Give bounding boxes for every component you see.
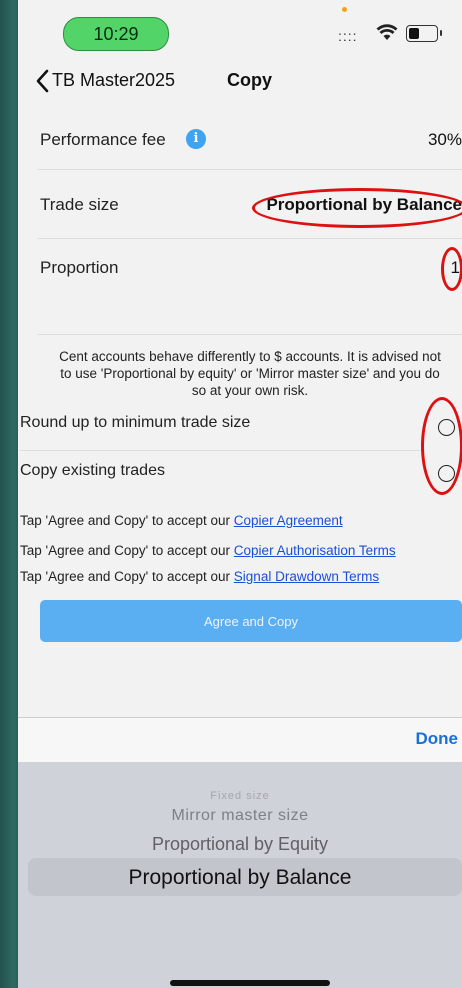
signal-icon: ::::: [338, 28, 358, 44]
back-button[interactable]: TB Master2025: [52, 70, 175, 91]
copier-agreement-link[interactable]: Copier Agreement: [234, 513, 343, 528]
agree-and-copy-button[interactable]: Agree and Copy: [40, 600, 462, 642]
copy-existing-row[interactable]: Copy existing trades: [18, 452, 462, 492]
trade-size-label: Trade size: [40, 195, 119, 214]
terms-text: Tap 'Agree and Copy' to accept our: [20, 543, 234, 558]
copier-authorisation-link[interactable]: Copier Authorisation Terms: [234, 543, 396, 558]
nav-bar: TB Master2025 Copy: [18, 60, 462, 104]
picker-toolbar: Done: [18, 717, 462, 763]
proportion-label: Proportion: [40, 258, 119, 277]
status-icons: ::::: [336, 20, 456, 44]
proportion-row[interactable]: Proportion 1: [38, 239, 462, 335]
phone-screen: 10:29 :::: TB Master2025 Copy Performanc…: [18, 0, 462, 988]
copy-existing-label: Copy existing trades: [20, 462, 165, 479]
terms-copier-agreement: Tap 'Agree and Copy' to accept our Copie…: [20, 512, 460, 529]
annotation-ellipse: [252, 188, 462, 228]
performance-fee-value: 30%: [427, 130, 462, 149]
wifi-icon: [376, 24, 398, 40]
picker-option[interactable]: Mirror master size: [18, 807, 462, 825]
round-up-label: Round up to minimum trade size: [20, 414, 251, 431]
battery-icon: [406, 25, 442, 42]
cent-accounts-note: Cent accounts behave differently to $ ac…: [59, 349, 441, 398]
privacy-indicator-dot: [342, 7, 347, 12]
divider: [20, 450, 420, 451]
done-button[interactable]: Done: [416, 729, 459, 749]
status-bar: 10:29 ::::: [18, 0, 462, 60]
annotation-ellipse: [441, 247, 462, 291]
picker-option[interactable]: Proportional by Equity: [18, 834, 462, 855]
signal-drawdown-link[interactable]: Signal Drawdown Terms: [234, 569, 379, 584]
picker-option-selected[interactable]: Proportional by Balance: [18, 866, 462, 890]
performance-fee-label: Performance fee: [40, 130, 166, 149]
picker-option[interactable]: Fixed size: [18, 790, 462, 802]
annotation-ellipse: [421, 397, 462, 495]
performance-fee-row: Performance fee i 30%: [38, 104, 462, 170]
page-title: Copy: [227, 70, 272, 90]
home-indicator: [170, 980, 330, 986]
terms-text: Tap 'Agree and Copy' to accept our: [20, 513, 234, 528]
terms-signal-drawdown: Tap 'Agree and Copy' to accept our Signa…: [20, 568, 460, 585]
status-time: 10:29: [63, 17, 169, 51]
terms-copier-authorisation: Tap 'Agree and Copy' to accept our Copie…: [20, 542, 460, 559]
info-icon[interactable]: i: [186, 129, 206, 149]
round-up-row[interactable]: Round up to minimum trade size: [18, 404, 462, 444]
terms-text: Tap 'Agree and Copy' to accept our: [20, 569, 234, 584]
trade-size-picker[interactable]: Fixed size Mirror master size Proportion…: [18, 762, 462, 988]
chevron-left-icon[interactable]: [34, 68, 52, 94]
